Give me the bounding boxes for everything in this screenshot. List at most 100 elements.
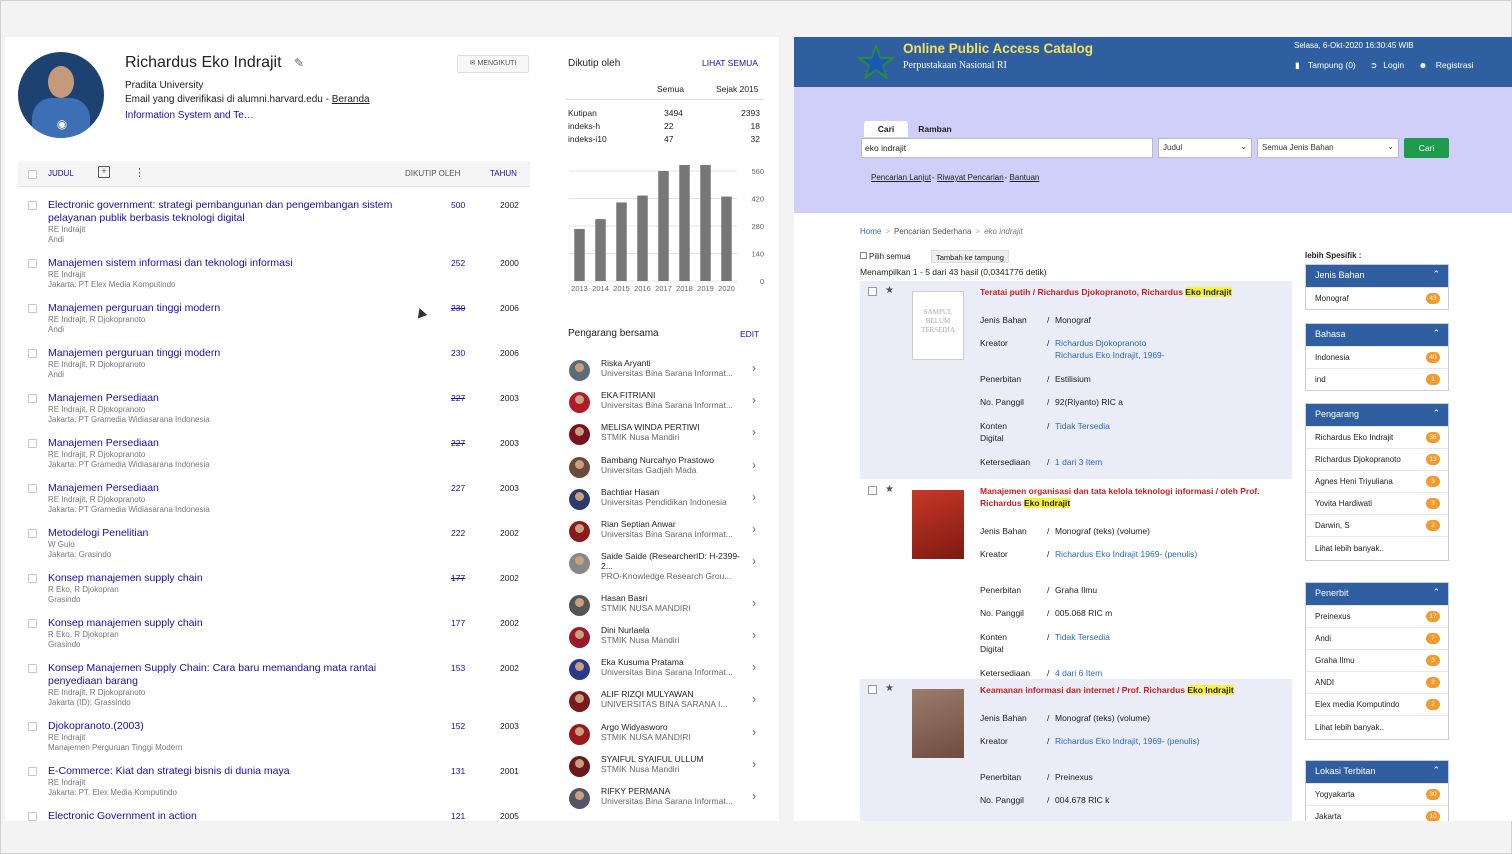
cited-count-link[interactable]: 177 bbox=[451, 618, 465, 628]
article-title-link[interactable]: Metodelogi Penelitian bbox=[48, 527, 408, 540]
article-title-link[interactable]: Manajemen Persediaan bbox=[48, 482, 408, 495]
article-title-link[interactable]: Konsep manajemen supply chain bbox=[48, 572, 408, 585]
coauthor-item[interactable]: Bachtiar Hasan Universitas Pendidikan Ind… bbox=[565, 487, 775, 517]
article-title-link[interactable]: E-Commerce: Kiat dan strategi bisnis di … bbox=[48, 765, 408, 778]
article-title-link[interactable]: Manajemen perguruan tinggi modern bbox=[48, 302, 408, 315]
chevron-up-icon[interactable]: ⌃ bbox=[1432, 408, 1440, 419]
field-value[interactable]: Tidak Tersedia bbox=[1055, 631, 1285, 643]
bar-2019[interactable] bbox=[700, 165, 711, 281]
coauthor-item[interactable]: RIFKY PERMANA Universitas Bina Sarana Inf… bbox=[565, 786, 775, 816]
login-link[interactable]: ➲ Login bbox=[1370, 60, 1410, 70]
chevron-right-icon[interactable]: › bbox=[752, 458, 756, 472]
add-to-cart-button[interactable]: Tambah ke tampung bbox=[931, 250, 1009, 263]
article-title-link[interactable]: Manajemen perguruan tinggi modern bbox=[48, 347, 408, 360]
row-checkbox[interactable] bbox=[28, 439, 37, 448]
chevron-up-icon[interactable]: ⌃ bbox=[1432, 587, 1440, 598]
bar-2017[interactable] bbox=[658, 171, 669, 281]
facet-header[interactable]: Lokasi Terbitan ⌃ bbox=[1306, 761, 1448, 783]
coauthor-item[interactable]: EKA FITRIANI Universitas Bina Sarana Info… bbox=[565, 390, 775, 420]
chevron-right-icon[interactable]: › bbox=[752, 554, 756, 568]
tab-cari[interactable]: Cari bbox=[864, 121, 908, 137]
star-icon[interactable]: ★ bbox=[885, 683, 894, 694]
coauthor-item[interactable]: Riska Aryanti Universitas Bina Sarana Inf… bbox=[565, 358, 775, 388]
article-title-link[interactable]: Konsep manajemen supply chain bbox=[48, 617, 408, 630]
book-cover[interactable]: SAMPUL BELUM TERSEDIA bbox=[912, 291, 964, 360]
search-button[interactable]: Cari bbox=[1404, 138, 1449, 158]
cited-count-link[interactable]: 131 bbox=[451, 766, 465, 776]
article-title-link[interactable]: Manajemen Persediaan bbox=[48, 392, 408, 405]
select-all-results[interactable]: Pilih semua bbox=[860, 252, 910, 261]
cited-count-link[interactable]: 252 bbox=[451, 258, 465, 268]
coauthor-item[interactable]: Eka Kusuma Pratama Universitas Bina Saran… bbox=[565, 657, 775, 687]
chevron-up-icon[interactable]: ⌃ bbox=[1432, 328, 1440, 339]
profile-interest-link[interactable]: Information System and Te… bbox=[125, 110, 254, 121]
facet-item[interactable]: ind 1 bbox=[1306, 368, 1448, 390]
chevron-right-icon[interactable]: › bbox=[752, 660, 756, 674]
facet-item[interactable]: Monograf 43 bbox=[1306, 287, 1448, 309]
field-value[interactable]: Tidak Tersedia bbox=[1055, 420, 1285, 432]
row-checkbox[interactable] bbox=[28, 304, 37, 313]
chevron-right-icon[interactable]: › bbox=[752, 692, 756, 706]
bar-2020[interactable] bbox=[721, 196, 732, 281]
field-value[interactable]: 1 dari 3 Item bbox=[1055, 456, 1285, 468]
coauthor-item[interactable]: MELISA WINDA PERTIWI STMIK Nusa Mandiri › bbox=[565, 422, 775, 452]
facet-header[interactable]: Penerbit ⌃ bbox=[1306, 583, 1448, 605]
help-link[interactable]: Bantuan bbox=[1010, 173, 1040, 182]
edit-pencil-icon[interactable]: ✎ bbox=[294, 56, 304, 70]
facet-item[interactable]: Richardus Eko Indrajit 36 bbox=[1306, 426, 1448, 448]
row-checkbox[interactable] bbox=[28, 201, 37, 210]
book-cover[interactable] bbox=[912, 490, 964, 559]
homepage-link[interactable]: Beranda bbox=[332, 94, 370, 105]
breadcrumb-home[interactable]: Home bbox=[860, 227, 881, 236]
bar-2016[interactable] bbox=[637, 195, 648, 281]
row-checkbox[interactable] bbox=[28, 394, 37, 403]
coauthor-item[interactable]: Dini Nurlaela STMIK Nusa Mandiri › bbox=[565, 625, 775, 655]
chevron-right-icon[interactable]: › bbox=[752, 628, 756, 642]
facet-item[interactable]: Indonesia 40 bbox=[1306, 346, 1448, 368]
register-link[interactable]: ☻ Registrasi bbox=[1418, 60, 1479, 70]
facet-header[interactable]: Jenis Bahan ⌃ bbox=[1306, 265, 1448, 287]
view-all-link[interactable]: LIHAT SEMUA bbox=[702, 58, 758, 68]
search-history-link[interactable]: Riwayat Pencarian bbox=[937, 173, 1004, 182]
article-title-link[interactable]: Djokopranoto.(2003) bbox=[48, 720, 408, 733]
more-vert-icon[interactable]: ⋮ bbox=[134, 166, 145, 179]
facet-header[interactable]: Pengarang ⌃ bbox=[1306, 404, 1448, 426]
field-value[interactable]: Richardus Eko Indrajit, 1969- (penulis) bbox=[1055, 735, 1285, 747]
search-input[interactable]: eko indrajit bbox=[861, 138, 1153, 158]
chevron-up-icon[interactable]: ⌃ bbox=[1432, 765, 1440, 776]
cited-count-link[interactable]: 177 bbox=[451, 573, 465, 583]
material-type-select[interactable]: Semua Jenis Bahan ⌄ bbox=[1257, 138, 1399, 158]
result-checkbox[interactable] bbox=[868, 685, 877, 694]
chevron-right-icon[interactable]: › bbox=[752, 725, 756, 739]
facet-item[interactable]: Yovita Hardiwati 3 bbox=[1306, 492, 1448, 514]
chevron-right-icon[interactable]: › bbox=[752, 596, 756, 610]
facet-item[interactable]: ANDI 2 bbox=[1306, 671, 1448, 693]
facet-item[interactable]: Yogyakarta 30 bbox=[1306, 783, 1448, 805]
article-title-link[interactable]: Konsep Manajemen Supply Chain: Cara baru… bbox=[48, 662, 408, 688]
cited-count-link[interactable]: 230 bbox=[451, 348, 465, 358]
follow-button[interactable]: ✉ MENGIKUTI bbox=[457, 55, 529, 73]
article-title-link[interactable]: Manajemen Persediaan bbox=[48, 437, 408, 450]
bar-2013[interactable] bbox=[574, 228, 585, 281]
result-title-link[interactable]: Teratai putih / Richardus Djokopranoto, … bbox=[980, 286, 1280, 298]
row-checkbox[interactable] bbox=[28, 574, 37, 583]
sort-by-title[interactable]: JUDUL bbox=[48, 169, 74, 178]
cited-count-link[interactable]: 500 bbox=[451, 200, 465, 210]
chevron-right-icon[interactable]: › bbox=[752, 789, 756, 803]
advanced-search-link[interactable]: Pencarian Lanjut bbox=[871, 173, 931, 182]
cited-count-link[interactable]: 230 bbox=[451, 303, 465, 313]
bar-2014[interactable] bbox=[595, 219, 606, 281]
star-icon[interactable]: ★ bbox=[885, 484, 894, 495]
tampung-link[interactable]: ▮ Tampung (0) bbox=[1295, 60, 1362, 70]
field-value[interactable]: Richardus Eko Indrajit 1969- (penulis) bbox=[1055, 548, 1285, 560]
facet-item[interactable]: Darwin, S 2 bbox=[1306, 514, 1448, 536]
coauthor-item[interactable]: Bambang Nurcahyo Prastowo Universitas Gad… bbox=[565, 455, 775, 485]
row-checkbox[interactable] bbox=[28, 664, 37, 673]
show-more-link[interactable]: Lihat lebih banyak.. bbox=[1306, 715, 1448, 739]
coauthors-edit-link[interactable]: EDIT bbox=[740, 329, 759, 339]
cited-count-link[interactable]: 222 bbox=[451, 528, 465, 538]
chevron-right-icon[interactable]: › bbox=[752, 490, 756, 504]
select-all-checkbox[interactable] bbox=[28, 170, 37, 179]
show-more-link[interactable]: Lihat lebih banyak.. bbox=[1306, 536, 1448, 560]
result-checkbox[interactable] bbox=[868, 287, 877, 296]
